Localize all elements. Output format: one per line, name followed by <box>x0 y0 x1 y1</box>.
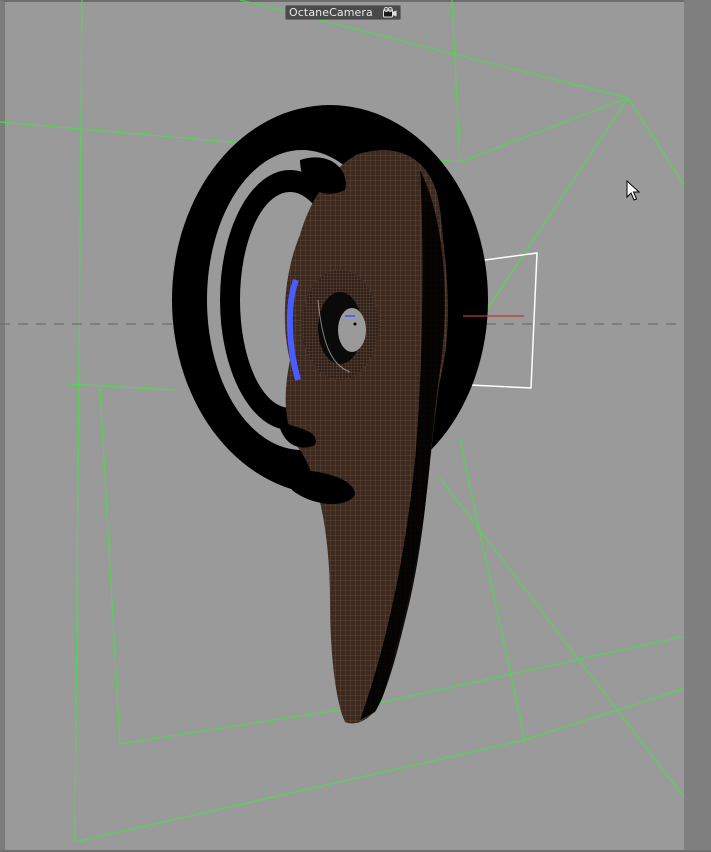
pointer-cursor-icon <box>626 180 641 201</box>
right-scrollbar-panel[interactable] <box>684 0 711 852</box>
camera-tag[interactable]: OctaneCamera <box>285 5 401 20</box>
scene-canvas[interactable] <box>0 0 711 852</box>
camera-icon <box>383 7 397 18</box>
camera-label: OctaneCamera <box>289 6 373 19</box>
